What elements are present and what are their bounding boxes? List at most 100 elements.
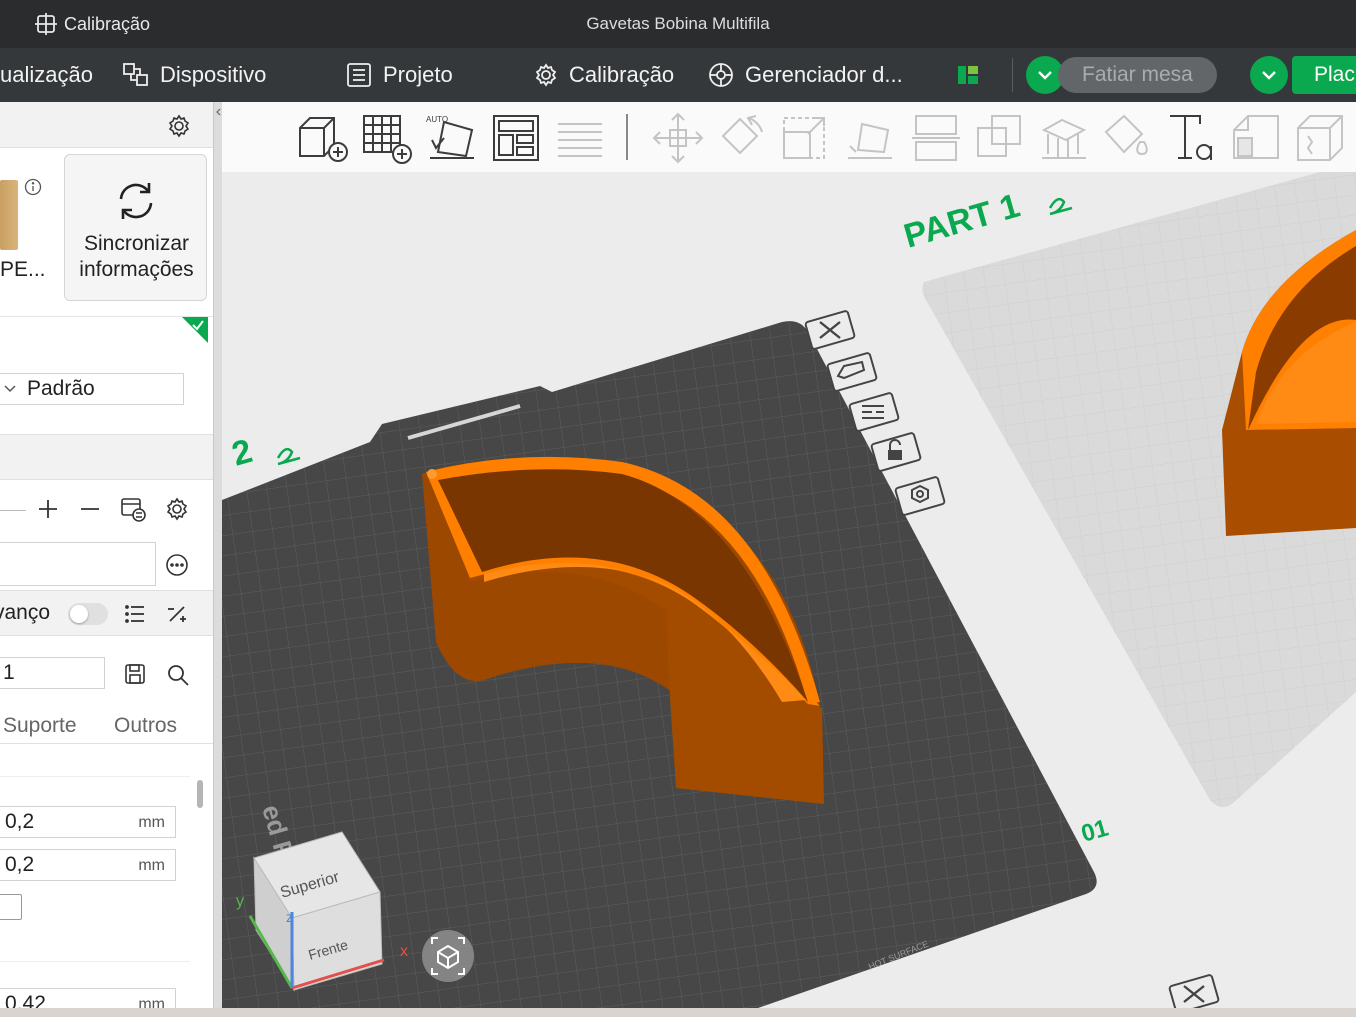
- parameter-list: 0,2 mm 0,2 mm 0,42 mm: [0, 744, 213, 1008]
- menu-manager[interactable]: Gerenciador d...: [707, 48, 903, 102]
- move-icon: [652, 112, 704, 164]
- move-button[interactable]: [650, 110, 706, 166]
- process-header: [0, 434, 213, 480]
- process-select-row: [0, 538, 213, 590]
- param-field-2[interactable]: 0,2 mm: [0, 849, 176, 881]
- orient-plate-button[interactable]: [826, 352, 878, 392]
- layers-button[interactable]: [552, 110, 608, 166]
- param-field-1[interactable]: 0,2 mm: [0, 806, 176, 838]
- calibration-gear-icon: [535, 63, 557, 87]
- plus-icon[interactable]: [36, 497, 60, 521]
- layers-icon: [558, 123, 602, 157]
- check-icon: [192, 320, 204, 331]
- menu-device[interactable]: Dispositivo: [122, 48, 266, 102]
- edit-plate-name-icon[interactable]: [276, 447, 301, 466]
- auto-orient-icon: AUTO: [426, 115, 474, 159]
- process-select[interactable]: [0, 542, 156, 586]
- settings-tabs: Suporte Outros: [0, 708, 213, 744]
- add-plate-icon: [363, 115, 412, 164]
- measure-icon: [1297, 115, 1343, 161]
- sync-label-line2: informações: [79, 258, 194, 281]
- chevron-down-icon: [1262, 71, 1276, 80]
- cut-button[interactable]: [908, 110, 964, 166]
- status-bar: [0, 1008, 1356, 1017]
- more-options-icon[interactable]: [164, 552, 190, 578]
- edit-plate-name-icon[interactable]: [1048, 197, 1073, 216]
- lock-plate-button[interactable]: [870, 432, 922, 472]
- document-title: Gavetas Bobina Multifila: [586, 14, 770, 33]
- tab-others[interactable]: Outros: [114, 714, 177, 738]
- param-checkbox[interactable]: [0, 894, 22, 920]
- plate-settings-button[interactable]: [894, 476, 946, 516]
- rotate-button[interactable]: [714, 110, 770, 166]
- lay-on-face-button[interactable]: [842, 110, 898, 166]
- chevron-down-icon: [4, 385, 16, 393]
- save-icon[interactable]: [123, 662, 147, 686]
- tab-support[interactable]: Suporte: [3, 714, 77, 738]
- close-plate-2-button[interactable]: [1168, 974, 1220, 1008]
- boolean-button[interactable]: [972, 110, 1028, 166]
- plate-number-label: 01: [1078, 814, 1111, 847]
- close-plate-button[interactable]: [804, 310, 856, 350]
- plate-1-label: PART 1: [900, 187, 1024, 256]
- axis-x-label: x: [400, 943, 408, 960]
- add-plate-button[interactable]: [358, 110, 414, 166]
- scene-canvas[interactable]: PART 1 ed PEI Plate HOT SURFACE 01 2: [222, 172, 1356, 1008]
- process-settings-gear-icon[interactable]: [164, 496, 190, 522]
- compare-presets-icon[interactable]: [119, 495, 147, 523]
- printer-settings-gear-icon[interactable]: [166, 113, 192, 139]
- layout-toggle[interactable]: [956, 48, 980, 102]
- slice-plate-button[interactable]: Fatiar mesa: [1058, 57, 1217, 93]
- menu-preview-label: ualização: [0, 62, 93, 87]
- toolbar-divider: [626, 114, 628, 160]
- slice-group: Fatiar mesa: [1026, 56, 1217, 94]
- measure-button[interactable]: [1292, 110, 1348, 166]
- color-paint-icon: [1104, 114, 1148, 156]
- sync-info-button[interactable]: Sincronizar informações: [64, 154, 207, 301]
- sync-label-line1: Sincronizar: [83, 232, 190, 255]
- text-button[interactable]: [1164, 110, 1220, 166]
- toolbar: AUTO: [222, 102, 1356, 172]
- scrollbar-thumb[interactable]: [197, 780, 203, 808]
- param-field-3[interactable]: 0,42 mm: [0, 988, 176, 1008]
- axis-z-label: z: [286, 909, 293, 925]
- profile-select-value: Padrão: [27, 377, 95, 400]
- reset-view-button[interactable]: [422, 930, 474, 982]
- left-sidebar: PE... Sincronizar informações Padrão van…: [0, 102, 213, 1008]
- support-paint-button[interactable]: [1036, 110, 1092, 166]
- menu-calibration[interactable]: Calibração: [533, 48, 674, 102]
- param-2-unit: mm: [138, 857, 165, 874]
- rotate-icon: [721, 115, 763, 155]
- arrange-plate-button[interactable]: [848, 392, 900, 432]
- print-plate-button[interactable]: Plac: [1292, 56, 1356, 94]
- menu-divider: [1012, 58, 1013, 92]
- menu-preview[interactable]: ualização: [0, 48, 93, 102]
- panel-splitter[interactable]: [213, 102, 226, 1008]
- list-view-icon[interactable]: [123, 602, 147, 626]
- assembly-button[interactable]: [1228, 110, 1284, 166]
- profile-select[interactable]: Padrão: [0, 373, 184, 405]
- preset-field[interactable]: 1: [0, 657, 105, 689]
- search-icon[interactable]: [165, 662, 191, 688]
- axis-y-label: y: [236, 893, 244, 910]
- menu-device-label: Dispositivo: [160, 62, 267, 87]
- param-2-value: 0,2: [5, 853, 35, 876]
- add-object-button[interactable]: [294, 110, 350, 166]
- arrange-button[interactable]: [488, 110, 544, 166]
- filament-card[interactable]: PE...: [0, 154, 52, 302]
- percent-icon[interactable]: [165, 602, 189, 626]
- advanced-toggle[interactable]: [68, 603, 108, 625]
- 3d-viewport[interactable]: PART 1 ed PEI Plate HOT SURFACE 01 2: [222, 172, 1356, 1008]
- print-dropdown[interactable]: [1250, 56, 1288, 94]
- layout-icon: [958, 66, 978, 84]
- project-list-icon: [347, 63, 371, 87]
- plate-2-label: 2: [228, 432, 257, 474]
- text-icon: [1170, 115, 1212, 160]
- info-icon[interactable]: [24, 178, 42, 196]
- color-paint-button[interactable]: [1100, 110, 1156, 166]
- minus-icon[interactable]: [78, 497, 102, 521]
- menu-project[interactable]: Projeto: [345, 48, 453, 102]
- scale-button[interactable]: [778, 110, 834, 166]
- auto-orient-button[interactable]: AUTO: [424, 110, 480, 166]
- manager-icon: [709, 63, 733, 87]
